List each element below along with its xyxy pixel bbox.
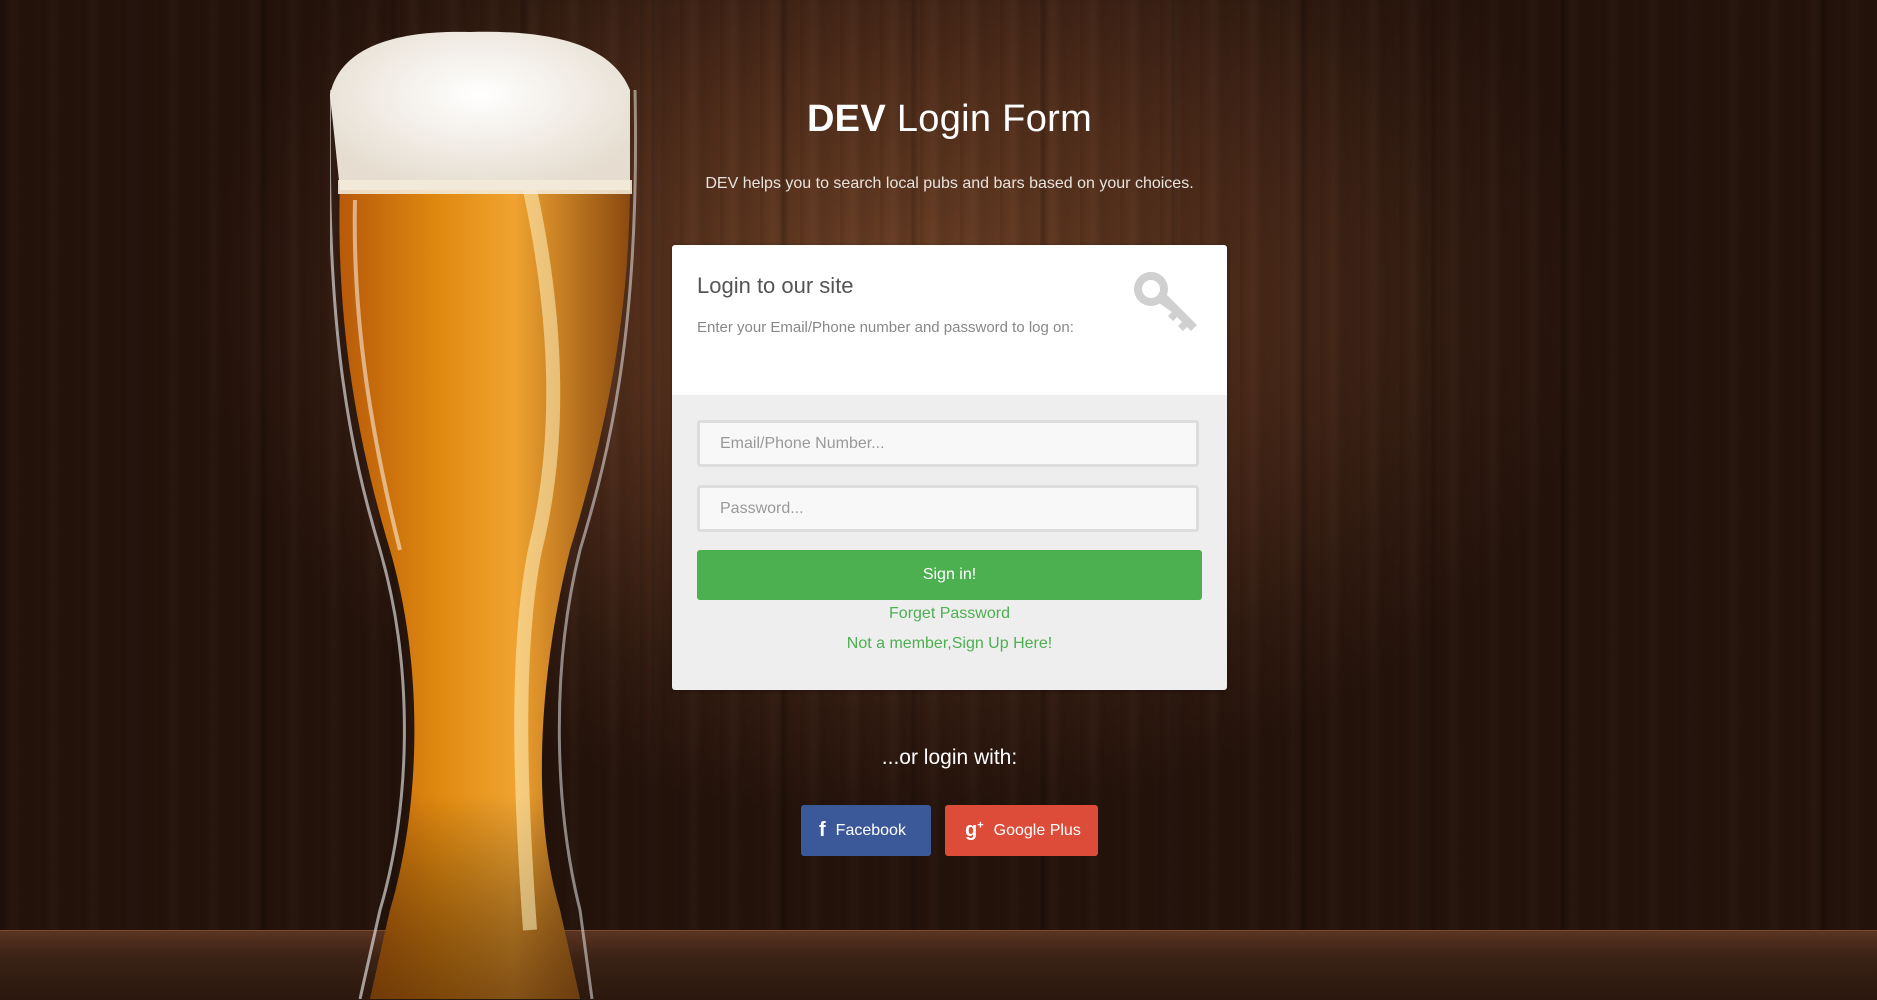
wood-floor xyxy=(0,930,1877,1000)
email-field[interactable] xyxy=(697,420,1199,467)
signup-link[interactable]: Not a member,Sign Up Here! xyxy=(672,635,1227,653)
key-icon xyxy=(1134,272,1197,331)
forgot-password-link[interactable]: Forget Password xyxy=(672,605,1227,623)
facebook-label: Facebook xyxy=(835,821,906,839)
login-description: Enter your Email/Phone number and passwo… xyxy=(697,319,1074,336)
login-form: Sign in! Forget Password Not a member,Si… xyxy=(672,395,1227,690)
beer-glass-image xyxy=(330,30,670,999)
google-plus-login-button[interactable]: g+ Google Plus xyxy=(945,805,1098,856)
page-subtitle: DEV helps you to search local pubs and b… xyxy=(705,175,1194,192)
login-heading: Login to our site xyxy=(697,273,854,298)
facebook-icon: f xyxy=(819,819,826,841)
page-title: DEV Login Form xyxy=(806,98,1093,140)
password-field[interactable] xyxy=(697,485,1199,532)
login-card-header: Login to our site Enter your Email/Phone… xyxy=(672,245,1227,395)
signin-button[interactable]: Sign in! xyxy=(697,550,1202,600)
login-card: Login to our site Enter your Email/Phone… xyxy=(672,245,1227,690)
facebook-login-button[interactable]: f Facebook xyxy=(801,805,931,856)
google-plus-icon: g+ xyxy=(965,819,984,841)
google-plus-label: Google Plus xyxy=(993,821,1081,839)
social-login-prompt: ...or login with: xyxy=(881,746,1018,769)
